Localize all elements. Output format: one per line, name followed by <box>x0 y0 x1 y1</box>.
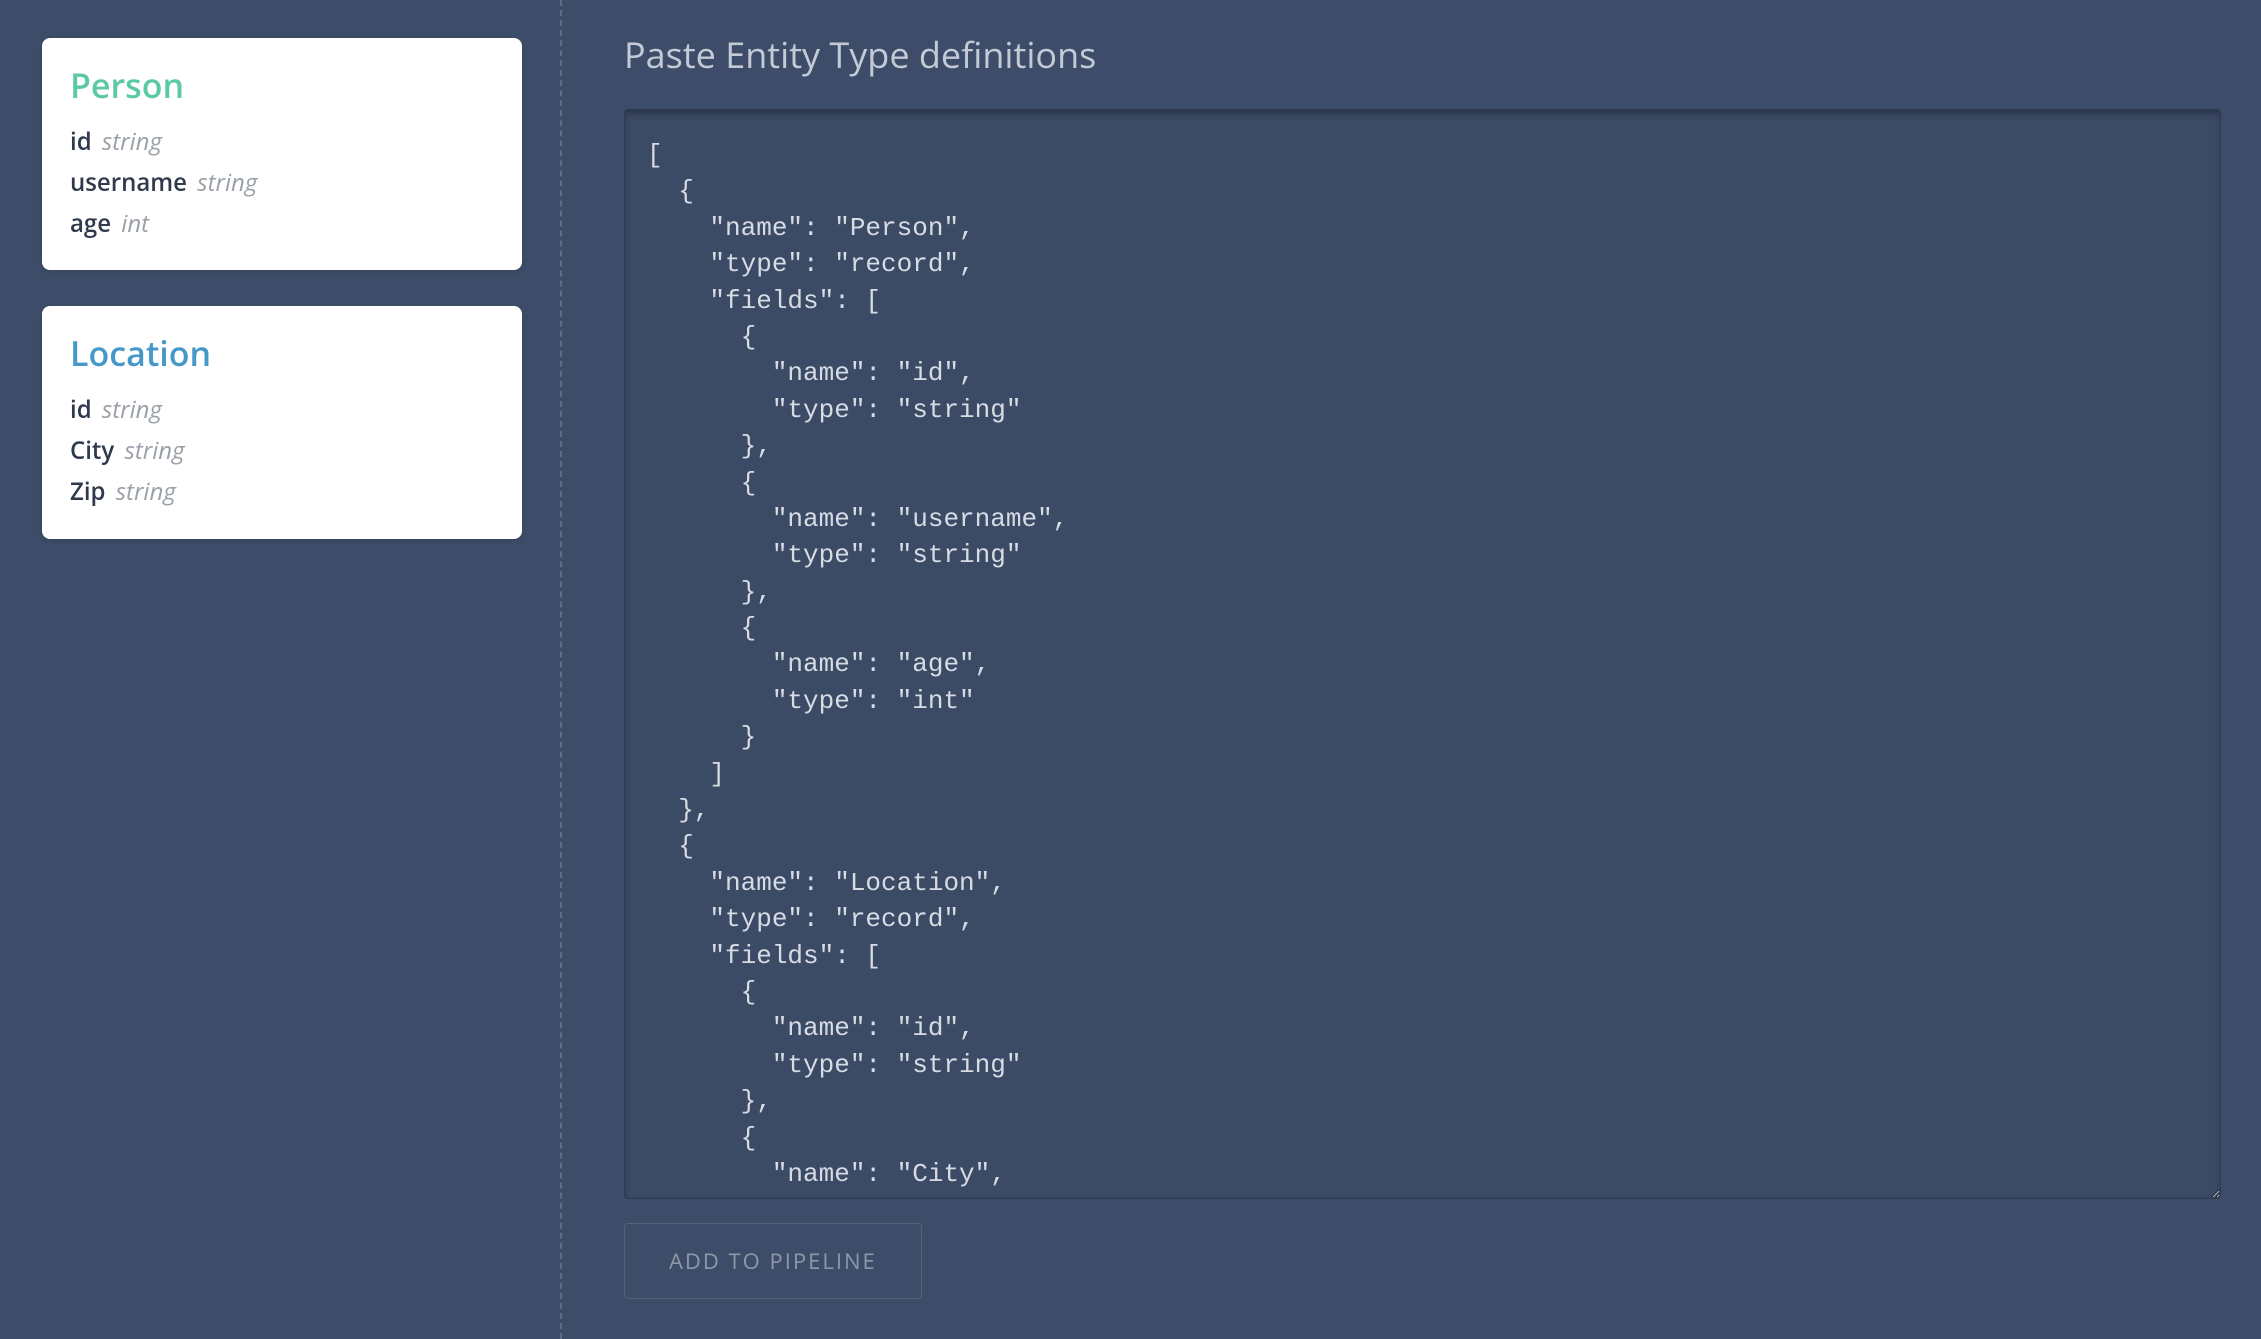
add-to-pipeline-button[interactable]: ADD TO PIPELINE <box>624 1223 922 1299</box>
entity-card-title: Person <box>70 62 494 108</box>
entity-field-type: string <box>102 125 162 158</box>
entity-field-type: string <box>124 434 184 467</box>
entity-field-row: Zip string <box>70 472 494 513</box>
entity-field-row: id string <box>70 390 494 431</box>
entity-field-name: Zip <box>70 475 105 508</box>
entity-field-row: City string <box>70 431 494 472</box>
main-panel: Paste Entity Type definitions ADD TO PIP… <box>562 0 2261 1339</box>
entity-sidebar: Personid stringusername stringage intLoc… <box>0 0 560 1339</box>
entity-field-name: age <box>70 207 111 240</box>
entity-definitions-textarea[interactable] <box>624 109 2221 1199</box>
entity-field-name: username <box>70 166 187 199</box>
entity-field-type: int <box>121 207 149 240</box>
entity-card: Locationid stringCity stringZip string <box>42 306 522 538</box>
page-title: Paste Entity Type definitions <box>624 30 2221 79</box>
entity-card: Personid stringusername stringage int <box>42 38 522 270</box>
entity-field-row: age int <box>70 204 494 245</box>
entity-field-name: id <box>70 393 92 426</box>
entity-field-row: id string <box>70 122 494 163</box>
entity-field-type: string <box>102 393 162 426</box>
entity-field-name: City <box>70 434 114 467</box>
entity-field-name: id <box>70 125 92 158</box>
entity-field-type: string <box>197 166 257 199</box>
entity-field-type: string <box>116 475 176 508</box>
entity-field-row: username string <box>70 163 494 204</box>
entity-card-title: Location <box>70 330 494 376</box>
